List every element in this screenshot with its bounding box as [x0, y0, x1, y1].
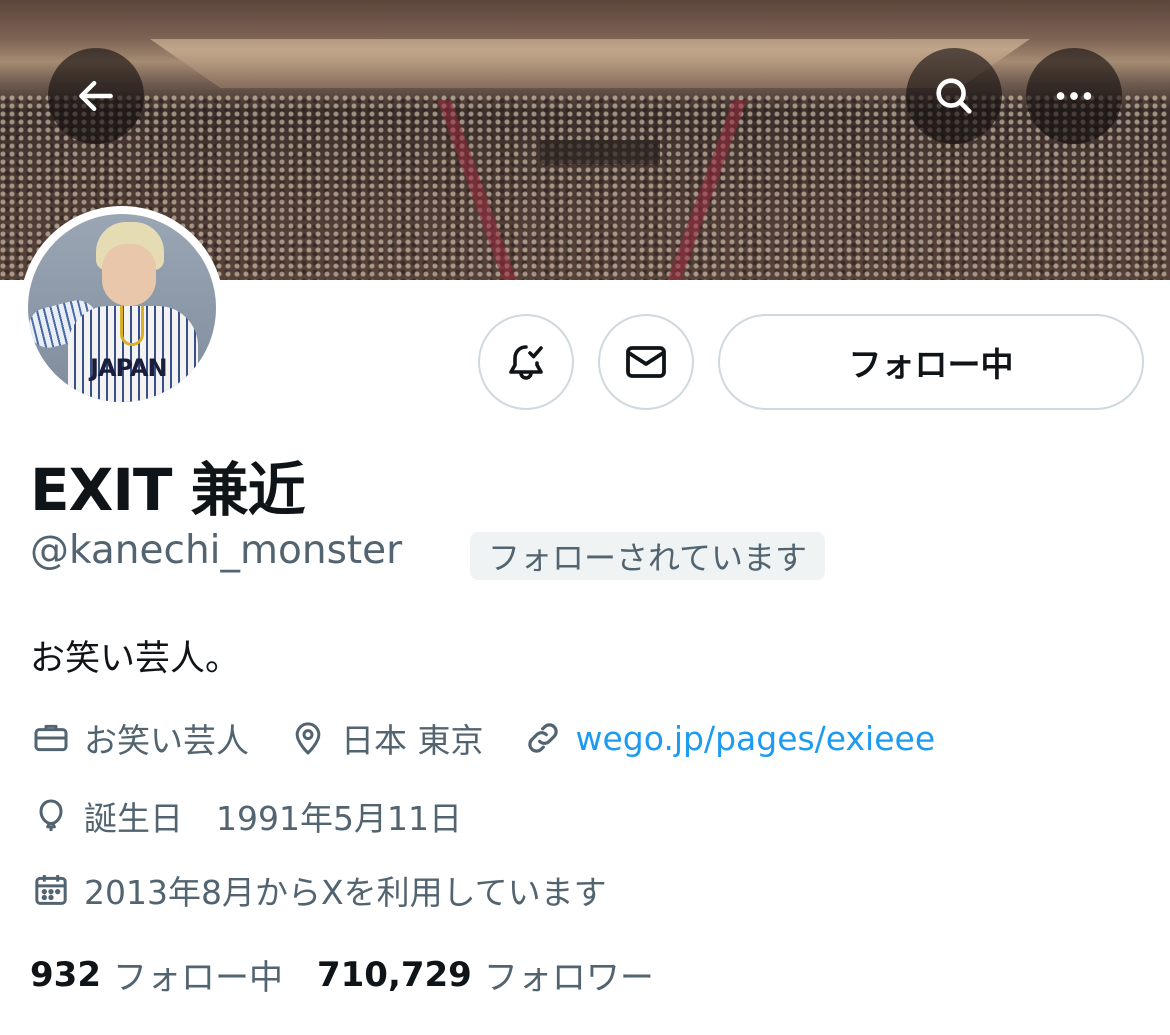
mail-icon [626, 346, 666, 378]
user-handle: @kanechi_monster [30, 528, 403, 573]
joined-item: 2013年8月からXを利用しています [30, 866, 607, 914]
more-button[interactable] [1026, 48, 1122, 144]
calendar-icon [30, 869, 72, 911]
location-pin-icon [287, 717, 329, 759]
follows-you-badge: フォローされています [470, 532, 826, 580]
profession-text: お笑い芸人 [84, 721, 249, 760]
avatar-lanyard [120, 306, 144, 346]
avatar-jersey-text: JAPAN [90, 354, 168, 382]
website-item[interactable]: wego.jp/pages/exieee [522, 717, 936, 759]
profession-item: お笑い芸人 [30, 714, 249, 762]
notifications-button[interactable] [478, 314, 574, 410]
back-button[interactable] [48, 48, 144, 144]
birthday-item: 誕生日 1991年5月11日 [30, 792, 462, 840]
birthday-text: 誕生日 1991年5月11日 [84, 799, 462, 838]
location-text: 日本 東京 [341, 721, 484, 760]
briefcase-icon [30, 717, 72, 759]
followers-stat[interactable]: 710,729 フォロワー [317, 950, 654, 999]
location-item: 日本 東京 [287, 714, 484, 762]
display-name: EXIT 兼近 [30, 456, 306, 524]
search-button[interactable] [906, 48, 1002, 144]
following-stat[interactable]: 932 フォロー中 [30, 950, 283, 999]
balloon-icon [30, 795, 72, 837]
banner-stage [540, 140, 660, 164]
banner-ceiling [150, 39, 1030, 88]
birthday-row: 誕生日 1991年5月11日 [30, 792, 462, 840]
link-icon [522, 717, 564, 759]
website-link[interactable]: wego.jp/pages/exieee [576, 719, 936, 758]
following-count: 932 [30, 954, 101, 995]
message-button[interactable] [598, 314, 694, 410]
avatar-photo: JAPAN [28, 214, 216, 402]
following-button[interactable]: フォロー中 [718, 314, 1144, 410]
joined-row: 2013年8月からXを利用しています [30, 866, 607, 914]
avatar-face [102, 244, 156, 306]
search-icon [936, 78, 972, 114]
followers-count: 710,729 [316, 954, 472, 995]
followers-label: フォロワー [483, 958, 654, 998]
profile-bio: お笑い芸人。 [30, 639, 241, 679]
more-horizontal-icon [1056, 92, 1092, 100]
following-label: フォロー中 [112, 958, 283, 998]
profile-meta-row: お笑い芸人 日本 東京 wego.jp/pages/exieee [30, 714, 935, 762]
follow-stats: 932 フォロー中 710,729 フォロワー [30, 950, 654, 999]
joined-text: 2013年8月からXを利用しています [84, 873, 607, 912]
arrow-left-icon [79, 80, 113, 112]
profile-avatar[interactable]: JAPAN [20, 206, 224, 410]
bell-check-icon [509, 345, 543, 380]
